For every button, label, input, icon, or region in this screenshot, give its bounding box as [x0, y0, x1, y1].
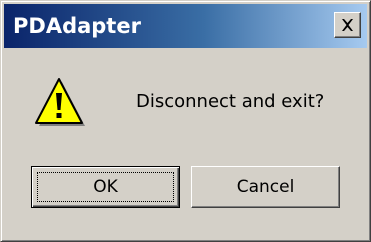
- cancel-button-label: Cancel: [236, 177, 295, 197]
- focus-rectangle: OK: [37, 172, 174, 202]
- ok-button[interactable]: OK: [31, 166, 180, 208]
- close-button[interactable]: [334, 12, 361, 38]
- dialog-window: PDAdapter Disconnect and exit? OK Cancel: [0, 0, 371, 242]
- warning-icon: [31, 76, 87, 132]
- ok-button-label: OK: [93, 177, 118, 197]
- window-title: PDAdapter: [13, 14, 141, 38]
- dialog-message: Disconnect and exit?: [136, 91, 325, 112]
- close-icon: [341, 19, 354, 31]
- cancel-button[interactable]: Cancel: [191, 166, 340, 208]
- title-bar[interactable]: PDAdapter: [4, 4, 367, 48]
